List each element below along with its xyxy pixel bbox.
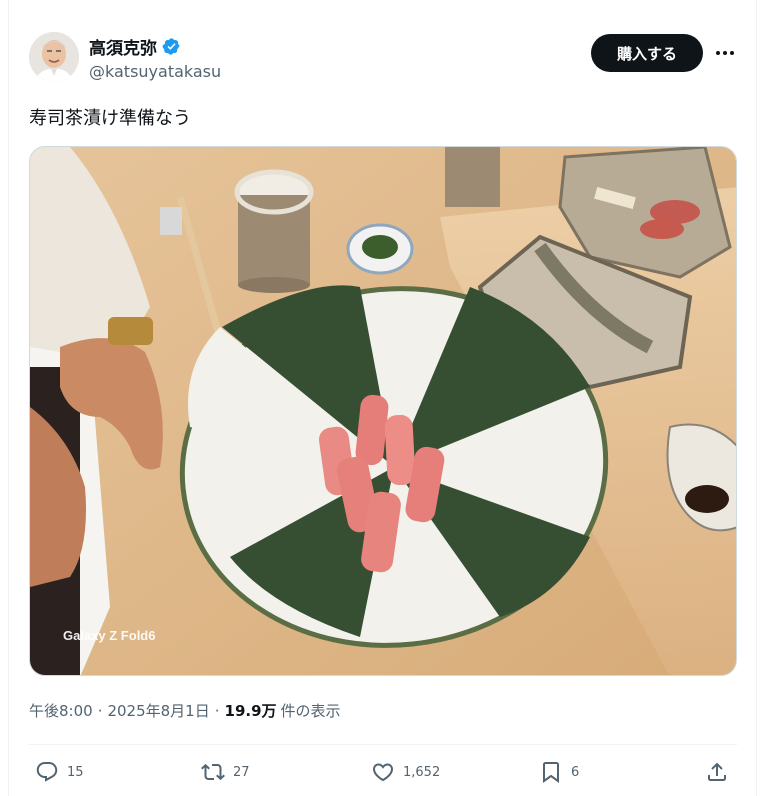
reply-count: 15 [67, 764, 84, 780]
buy-button[interactable]: 購入する [591, 34, 703, 72]
share-icon [708, 762, 726, 781]
camera-watermark: Galaxy Z Fold6 [63, 628, 155, 643]
tweet-photo[interactable]: Galaxy Z Fold6 [29, 146, 737, 676]
like-count: 1,652 [403, 764, 441, 780]
more-dot [723, 51, 727, 55]
like-button[interactable]: 1,652 [371, 760, 440, 784]
reply-button[interactable]: 15 [35, 760, 84, 784]
more-options-button[interactable] [712, 42, 738, 64]
share-button[interactable] [705, 760, 729, 784]
author-handle[interactable]: @katsuyatakasu [89, 62, 221, 81]
meta-separator: · [97, 701, 103, 720]
meta-separator: · [214, 701, 220, 720]
bookmark-icon [543, 762, 559, 783]
bookmark-count: 6 [571, 764, 580, 780]
sushi-photo-illustration: Galaxy Z Fold6 [30, 147, 736, 675]
heart-icon [372, 763, 394, 782]
verified-badge-icon [162, 38, 180, 55]
views-count: 19.9万 [224, 702, 277, 720]
tweet-time[interactable]: 午後8:00 [29, 700, 93, 721]
tweet-page: 高須克弥 @katsuyatakasu 購入する 寿司茶漬け準備なう Galax… [0, 0, 765, 796]
retweet-button[interactable]: 27 [201, 760, 250, 784]
more-dot [716, 51, 720, 55]
bookmark-button[interactable]: 6 [539, 760, 579, 784]
retweet-count: 27 [233, 764, 250, 780]
avatar[interactable] [29, 32, 79, 82]
more-dot [730, 51, 734, 55]
reply-icon [36, 762, 58, 782]
action-bar: 15 27 1,652 6 [29, 760, 737, 790]
column-border-left [8, 0, 9, 796]
tweet-meta: 午後8:00 · 2025年8月1日 · 19.9万 件の表示 [29, 700, 341, 721]
tweet-text: 寿司茶漬け準備なう [29, 108, 191, 129]
retweet-icon [201, 763, 225, 781]
divider [29, 744, 737, 745]
views-label: 件の表示 [280, 702, 341, 720]
author-display-name[interactable]: 高須克弥 [89, 34, 157, 59]
tweet-date[interactable]: 2025年8月1日 [107, 700, 209, 721]
author-name-row[interactable]: 高須克弥 [89, 34, 181, 59]
column-border-right [756, 0, 757, 796]
